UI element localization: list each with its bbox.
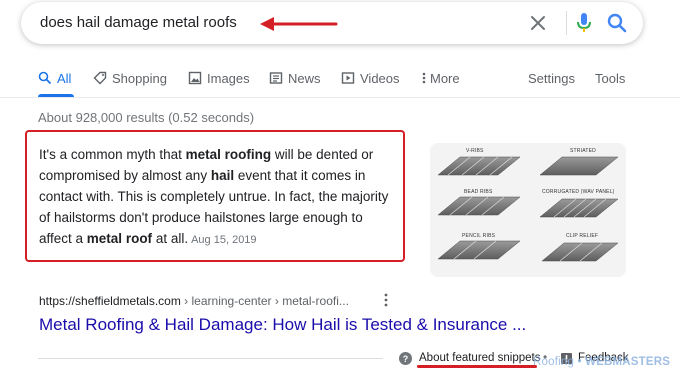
about-featured-snippets-link[interactable]: About featured snippets <box>419 352 540 364</box>
result-domain: https://sheffieldmetals.com <box>39 294 181 308</box>
panel-label: STRIATED <box>570 148 596 154</box>
tab-label: Images <box>207 70 250 86</box>
snippet-bold-term: metal roof <box>86 231 153 246</box>
tools-label: Tools <box>595 70 626 86</box>
result-stats: About 928,000 results (0.52 seconds) <box>38 110 255 125</box>
featured-snippet-text: It's a common myth that metal roofing wi… <box>39 144 399 251</box>
annotation-underline <box>417 365 537 368</box>
result-url[interactable]: https://sheffieldmetals.com › learning-c… <box>39 294 349 308</box>
tag-icon <box>93 71 107 85</box>
snippet-text-part: at all. <box>152 231 189 246</box>
snippet-image[interactable]: V-RIBS STRIATED BEAD RIBS CORRUGATED (WA… <box>430 143 626 277</box>
tab-label: News <box>288 70 321 86</box>
play-icon <box>341 72 355 84</box>
watermark-part: Roofing <box>533 356 575 368</box>
settings-label: Settings <box>528 70 575 86</box>
search-bar-divider <box>566 11 567 35</box>
clear-icon[interactable] <box>528 13 548 33</box>
snippet-bold-term: hail <box>210 168 235 183</box>
tab-news[interactable]: News <box>269 68 321 88</box>
panel-label: CORRUGATED (WAV PANEL) <box>542 189 615 195</box>
panel-label: V-RIBS <box>466 148 484 154</box>
tab-label: Videos <box>360 70 400 86</box>
search-tabs: All Shopping Images News Videos More Set… <box>38 68 638 92</box>
tab-shopping[interactable]: Shopping <box>93 68 167 88</box>
snippet-text-part: It's a common myth that <box>39 147 186 162</box>
panel-label: PENCIL RIBS <box>462 233 496 239</box>
panel-label: CLIP RELIEF <box>566 233 599 239</box>
result-title-link[interactable]: Metal Roofing & Hail Damage: How Hail is… <box>39 315 526 335</box>
microphone-icon[interactable] <box>574 12 594 34</box>
tab-label: All <box>57 70 72 86</box>
annotation-arrow-icon <box>260 17 338 31</box>
more-vert-icon <box>422 72 426 84</box>
more-options-icon[interactable] <box>383 292 389 308</box>
tab-label: More <box>430 70 460 86</box>
snippet-footer-divider <box>38 358 383 359</box>
search-icon <box>38 71 52 85</box>
result-breadcrumb: › learning-center › metal-roofi... <box>180 294 349 308</box>
search-input[interactable]: does hail damage metal roofs <box>40 14 237 31</box>
search-bar[interactable]: does hail damage metal roofs <box>21 2 643 44</box>
news-icon <box>269 72 283 84</box>
watermark-part: • WEBMASTERS <box>574 356 671 368</box>
snippet-bold-term: metal roofing <box>185 147 272 162</box>
image-icon <box>188 71 202 85</box>
watermark: Roofing • WEBMASTERS <box>533 356 670 368</box>
tab-more[interactable]: More <box>421 68 460 88</box>
settings-link[interactable]: Settings <box>528 68 575 88</box>
tools-link[interactable]: Tools <box>595 68 625 88</box>
svg-text:?: ? <box>403 354 409 364</box>
tab-videos[interactable]: Videos <box>341 68 400 88</box>
tab-images[interactable]: Images <box>188 68 250 88</box>
snippet-date: Aug 15, 2019 <box>191 234 257 246</box>
tab-all[interactable]: All <box>38 68 71 88</box>
metal-panel-illustration <box>437 156 619 262</box>
tab-label: Shopping <box>112 70 167 86</box>
search-icon[interactable] <box>606 12 628 34</box>
help-icon[interactable]: ? <box>399 352 412 365</box>
panel-label: BEAD RIBS <box>464 189 493 195</box>
tabs-divider <box>0 97 680 98</box>
